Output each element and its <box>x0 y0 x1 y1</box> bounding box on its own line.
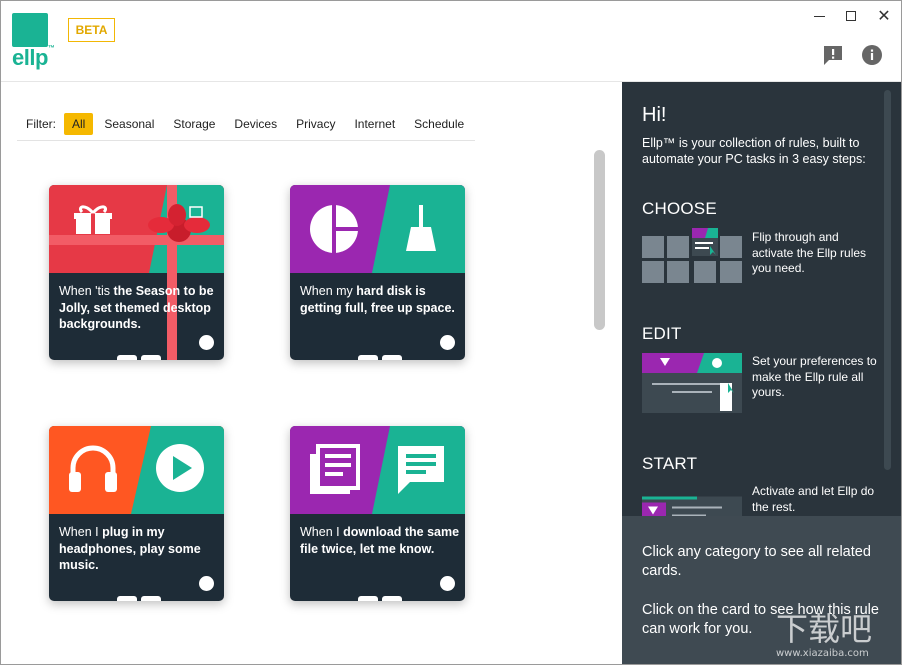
card-headphones-artwork <box>49 426 224 514</box>
play-icon <box>156 444 204 492</box>
step-choose-illustration <box>642 228 742 283</box>
card-download-toggle[interactable] <box>440 576 455 591</box>
tip-category: Click any category to see all related ca… <box>642 544 871 579</box>
card-notch <box>117 355 137 360</box>
filter-schedule[interactable]: Schedule <box>406 113 472 135</box>
maximize-icon <box>846 11 856 21</box>
rule-card-seasonal[interactable]: When 'tis the Season to be Jolly, set th… <box>49 185 224 360</box>
card-storage-toggle[interactable] <box>440 335 455 350</box>
filter-label: Filter: <box>26 116 56 131</box>
card-seasonal-text: When 'tis the Season to be Jolly, set th… <box>59 284 214 331</box>
card-notch <box>358 596 378 601</box>
filter-bar: Filter: All Seasonal Storage Devices Pri… <box>17 107 475 141</box>
card-seasonal-toggle[interactable] <box>199 335 214 350</box>
watermark-url: www.xiazaiba.com <box>776 648 869 659</box>
step-start-heading: START <box>642 454 698 473</box>
watermark-title: 下载吧 <box>776 610 872 648</box>
close-icon: ✕ <box>877 8 891 25</box>
app-window: ellp™ BETA ✕ Filter: All Seasonal Storag… <box>0 0 902 665</box>
app-logo <box>12 13 48 47</box>
filter-storage[interactable]: Storage <box>165 113 223 135</box>
step-edit-illustration <box>642 353 742 413</box>
filter-internet[interactable]: Internet <box>346 113 403 135</box>
card-notch <box>141 355 161 360</box>
step-choose-desc: Flip through and activate the Ellp rules… <box>752 230 867 275</box>
step-edit-desc: Set your preferences to make the Ellp ru… <box>752 354 877 399</box>
step-start-desc: Activate and let Ellp do the rest. <box>752 484 875 514</box>
info-button[interactable] <box>860 43 884 67</box>
card-notch <box>141 596 161 601</box>
minimize-icon <box>813 15 825 17</box>
gift-icon <box>74 205 112 234</box>
maximize-button[interactable] <box>836 5 866 27</box>
feedback-button[interactable] <box>821 43 845 67</box>
card-seasonal-artwork <box>49 185 224 273</box>
help-intro: Ellp™ is your collection of rules, built… <box>642 136 866 166</box>
card-notch <box>382 355 402 360</box>
step-choose-heading: CHOOSE <box>642 199 717 218</box>
card-notch <box>358 355 378 360</box>
help-panel: Hi! Ellp™ is your collection of rules, b… <box>622 82 901 664</box>
app-header: ellp™ BETA ✕ <box>1 1 901 82</box>
card-headphones-text: When I plug in my headphones, play some … <box>59 525 201 572</box>
card-storage-text: When my hard disk is getting full, free … <box>300 284 455 315</box>
logo-text: ellp™ <box>12 45 55 70</box>
help-greeting: Hi! <box>642 104 667 126</box>
rule-card-headphones[interactable]: When I plug in my headphones, play some … <box>49 426 224 601</box>
filter-all[interactable]: All <box>64 112 94 135</box>
rule-card-storage[interactable]: When my hard disk is getting full, free … <box>290 185 465 360</box>
step-edit-heading: EDIT <box>642 324 682 343</box>
site-watermark: 下载吧 www.xiazaiba.com <box>776 610 872 659</box>
minimize-button[interactable] <box>804 5 834 27</box>
filter-seasonal[interactable]: Seasonal <box>96 113 162 135</box>
feedback-icon <box>824 46 842 65</box>
filter-devices[interactable]: Devices <box>226 113 285 135</box>
info-icon <box>862 45 882 65</box>
filter-privacy[interactable]: Privacy <box>288 113 343 135</box>
card-download-text: When I download the same file twice, let… <box>300 525 460 556</box>
beta-badge: BETA <box>68 18 115 42</box>
card-storage-artwork <box>290 185 465 273</box>
rule-card-download[interactable]: When I download the same file twice, let… <box>290 426 465 601</box>
card-download-artwork <box>290 426 465 514</box>
card-notch <box>382 596 402 601</box>
help-panel-scrollbar[interactable] <box>884 90 891 470</box>
close-button[interactable]: ✕ <box>869 5 899 27</box>
cards-scrollbar[interactable] <box>594 150 605 330</box>
card-headphones-toggle[interactable] <box>199 576 214 591</box>
card-notch <box>117 596 137 601</box>
